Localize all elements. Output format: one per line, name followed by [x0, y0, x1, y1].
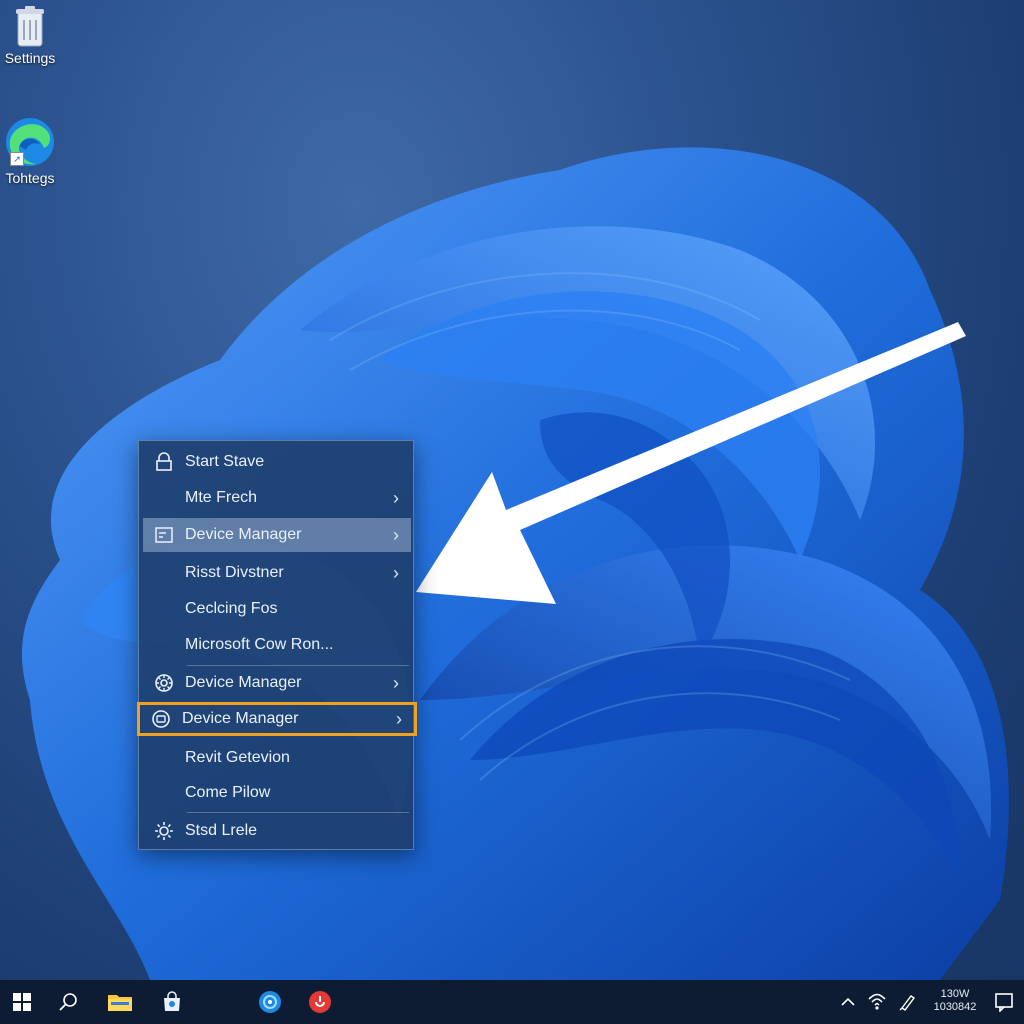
menu-item-risst-divstner[interactable]: Risst Divstner ›: [143, 556, 411, 590]
desktop-icon-edge[interactable]: ↗ Tohtegs: [0, 116, 68, 186]
menu-item-come-pilow[interactable]: Come Pilow: [143, 776, 411, 810]
menu-item-label: Come Pilow: [185, 784, 271, 801]
menu-item-label: Ceclcing Fos: [185, 600, 278, 617]
menu-item-device-manager-gear[interactable]: Device Manager ›: [143, 666, 411, 700]
menu-item-label: Revit Getevion: [185, 749, 290, 766]
shortcut-arrow-icon: ↗: [10, 152, 24, 166]
sun-icon: [143, 820, 185, 842]
context-menu: Start Stave Mte Frech › Device Manager ›…: [137, 440, 417, 850]
menu-item-device-manager-hover[interactable]: Device Manager ›: [143, 518, 411, 552]
taskbar: 130W 1030842: [0, 980, 1024, 1024]
menu-item-start-stave[interactable]: Start Stave: [143, 445, 411, 479]
chevron-right-icon: ›: [396, 708, 402, 729]
lock-icon: [143, 452, 185, 472]
menu-item-mte-frech[interactable]: Mte Frech ›: [143, 481, 411, 515]
menu-item-label: Device Manager: [185, 674, 302, 691]
desktop-icon-label: Tohtegs: [5, 170, 55, 186]
menu-item-stsd-lrele[interactable]: Stsd Lrele: [143, 814, 411, 848]
menu-item-revit-getevion[interactable]: Revit Getevion: [143, 741, 411, 775]
device-icon: [140, 708, 182, 730]
store-icon[interactable]: [154, 980, 190, 1024]
desktop-icon-label: Settings: [4, 50, 56, 66]
menu-item-microsoft-cow-ron[interactable]: Microsoft Cow Ron...: [143, 628, 411, 662]
gear-icon: [143, 672, 185, 694]
chevron-right-icon: ›: [393, 672, 399, 693]
menu-item-label: Risst Divstner: [185, 564, 284, 581]
tray-date: 1030842: [933, 1001, 977, 1013]
menu-separator: [187, 812, 409, 813]
tray-clock[interactable]: 130W 1030842: [926, 988, 984, 1014]
file-explorer-icon[interactable]: [102, 980, 138, 1024]
menu-item-label: Start Stave: [185, 453, 265, 470]
chevron-right-icon: ›: [393, 524, 399, 545]
notification-icon[interactable]: [990, 980, 1018, 1024]
menu-item-label: Mte Frech: [185, 489, 258, 506]
menu-item-device-manager-selected[interactable]: Device Manager ›: [137, 702, 417, 736]
menu-item-label: Microsoft Cow Ron...: [185, 636, 334, 653]
chevron-right-icon: ›: [393, 487, 399, 508]
menu-item-label: Device Manager: [182, 710, 299, 727]
menu-item-label: Stsd Lrele: [185, 822, 258, 839]
edge-icon[interactable]: [252, 980, 288, 1024]
menu-item-ceclcing-fos[interactable]: Ceclcing Fos: [143, 592, 411, 626]
desktop-icon-settings[interactable]: Settings: [0, 4, 68, 66]
chevron-up-icon[interactable]: [836, 980, 860, 1024]
list-icon: [143, 525, 185, 545]
windows-start-icon[interactable]: [4, 980, 40, 1024]
edge-browser-icon: ↗: [4, 116, 56, 168]
chevron-right-icon: ›: [393, 562, 399, 583]
network-icon[interactable]: [864, 980, 890, 1024]
tray-time: 130W: [940, 988, 970, 1000]
menu-item-label: Device Manager: [185, 526, 302, 543]
recycle-bin-icon: [13, 4, 47, 48]
app-red-icon[interactable]: [302, 980, 338, 1024]
pen-icon[interactable]: [896, 980, 920, 1024]
search-icon[interactable]: [50, 980, 86, 1024]
